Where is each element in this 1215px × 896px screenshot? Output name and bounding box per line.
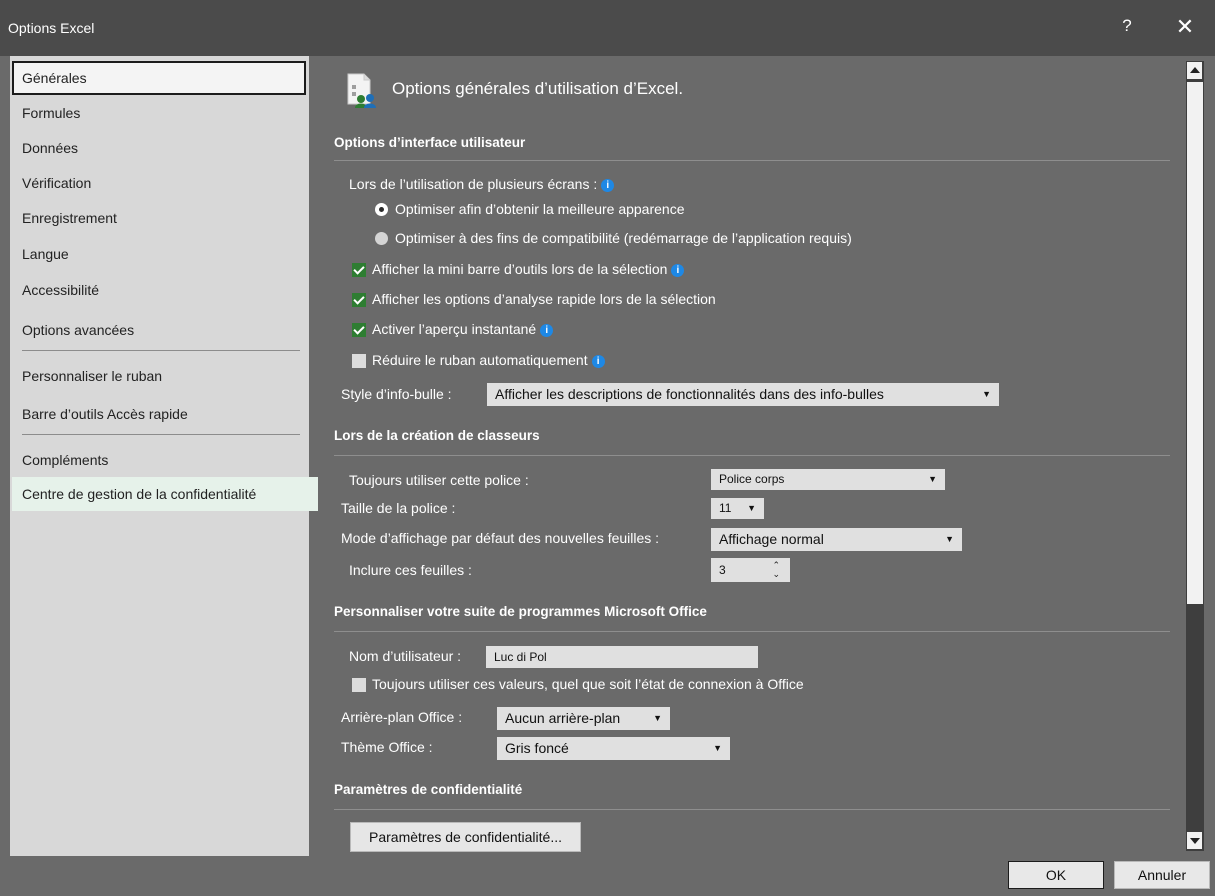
sidebar-item-options-avancees[interactable]: Options avancées xyxy=(22,313,308,347)
sidebar-divider xyxy=(22,434,300,435)
office-background-value: Aucun arrière-plan xyxy=(505,710,621,726)
checkbox-quick-analysis-label: Afficher les options d’analyse rapide lo… xyxy=(372,291,716,307)
radio-compatibility-label: Optimiser à des fins de compatibilité (r… xyxy=(395,230,852,246)
window-title: Options Excel xyxy=(8,20,95,36)
ok-button[interactable]: OK xyxy=(1008,861,1104,889)
sidebar-item-donnees[interactable]: Données xyxy=(22,131,308,165)
chevron-down-icon: ▼ xyxy=(982,389,991,399)
office-theme-value: Gris foncé xyxy=(505,740,569,756)
radio-compatibility[interactable] xyxy=(375,232,388,245)
info-icon: i xyxy=(671,263,685,277)
sidebar-item-generales[interactable]: Générales xyxy=(12,61,306,95)
checkbox-live-preview[interactable] xyxy=(352,323,366,337)
checkbox-collapse-ribbon-text: Réduire le ruban automatiquement xyxy=(372,352,588,368)
include-sheets-spinner[interactable]: 3 ⌃ ⌄ xyxy=(711,558,790,582)
checkbox-live-preview-label: Activer l’aperçu instantané i xyxy=(372,321,554,337)
info-icon: i xyxy=(591,354,605,368)
section-divider xyxy=(334,455,1170,456)
font-size-dropdown[interactable]: 11 ▼ xyxy=(711,498,764,519)
default-font-dropdown[interactable]: Police corps ▼ xyxy=(711,469,945,490)
chevron-down-icon: ▼ xyxy=(928,474,937,484)
section-heading-privacy: Paramètres de confidentialité xyxy=(334,782,523,797)
font-size-value: 11 xyxy=(719,501,732,515)
sidebar-divider xyxy=(22,350,300,351)
chevron-down-icon: ▼ xyxy=(713,743,722,753)
username-input[interactable]: Luc di Pol xyxy=(486,646,758,668)
checkbox-mini-toolbar-label: Afficher la mini barre d’outils lors de … xyxy=(372,261,685,277)
sidebar-item-complements[interactable]: Compléments xyxy=(22,443,308,477)
checkbox-always-use-values-label: Toujours utiliser ces valeurs, quel que … xyxy=(372,676,804,692)
radio-best-appearance[interactable] xyxy=(375,203,388,216)
sidebar-item-personnaliser-ruban[interactable]: Personnaliser le ruban xyxy=(22,359,308,393)
tooltip-style-value: Afficher les descriptions de fonctionnal… xyxy=(495,386,884,402)
checkbox-always-use-values[interactable] xyxy=(352,678,366,692)
cancel-button[interactable]: Annuler xyxy=(1114,861,1210,889)
general-options-icon xyxy=(347,73,376,108)
scroll-up-arrow-icon[interactable] xyxy=(1187,62,1202,79)
sidebar-item-centre-confidentialite[interactable]: Centre de gestion de la confidentialité xyxy=(12,477,318,511)
include-sheets-value: 3 xyxy=(719,563,726,577)
close-button[interactable]: ✕ xyxy=(1172,14,1198,40)
default-font-label: Toujours utiliser cette police : xyxy=(349,472,529,488)
section-heading-office: Personnaliser votre suite de programmes … xyxy=(334,604,707,619)
options-sidebar: Générales Formules Données Vérification … xyxy=(10,56,318,856)
info-icon: i xyxy=(540,323,554,337)
scrollbar-thumb[interactable] xyxy=(1187,82,1203,604)
section-divider xyxy=(334,631,1170,632)
multi-screen-label: Lors de l’utilisation de plusieurs écran… xyxy=(349,176,615,192)
radio-best-appearance-label: Optimiser afin d’obtenir la meilleure ap… xyxy=(395,201,685,217)
tooltip-style-label: Style d’info-bulle : xyxy=(341,386,452,402)
general-options-panel: Options générales d’utilisation d’Excel.… xyxy=(320,56,1180,856)
title-bar: Options Excel ? ✕ xyxy=(0,0,1215,56)
default-view-label: Mode d’affichage par défaut des nouvelle… xyxy=(341,530,660,546)
office-background-label: Arrière-plan Office : xyxy=(341,709,463,725)
include-sheets-label: Inclure ces feuilles : xyxy=(349,562,472,578)
checkbox-quick-analysis[interactable] xyxy=(352,293,366,307)
checkbox-collapse-ribbon-label: Réduire le ruban automatiquement i xyxy=(372,352,605,368)
section-divider xyxy=(334,809,1170,810)
help-button[interactable]: ? xyxy=(1116,16,1138,40)
office-theme-dropdown[interactable]: Gris foncé ▼ xyxy=(497,737,730,760)
checkbox-mini-toolbar[interactable] xyxy=(352,263,366,277)
section-heading-ui: Options d’interface utilisateur xyxy=(334,135,526,150)
multi-screen-label-text: Lors de l’utilisation de plusieurs écran… xyxy=(349,176,598,192)
font-size-label: Taille de la police : xyxy=(341,500,456,516)
checkbox-mini-toolbar-text: Afficher la mini barre d’outils lors de … xyxy=(372,261,668,277)
privacy-settings-button[interactable]: Paramètres de confidentialité... xyxy=(350,822,581,852)
spin-down-icon[interactable]: ⌄ xyxy=(772,570,780,579)
section-divider xyxy=(334,160,1170,161)
checkbox-collapse-ribbon[interactable] xyxy=(352,354,366,368)
section-heading-workbooks: Lors de la création de classeurs xyxy=(334,428,540,443)
checkbox-live-preview-text: Activer l’aperçu instantané xyxy=(372,321,537,337)
default-view-value: Affichage normal xyxy=(719,531,824,547)
page-title: Options générales d’utilisation d’Excel. xyxy=(392,79,684,98)
sidebar-item-verification[interactable]: Vérification xyxy=(22,166,308,200)
vertical-scrollbar[interactable] xyxy=(1186,61,1204,851)
sidebar-item-barre-outils-acces-rapide[interactable]: Barre d’outils Accès rapide xyxy=(22,397,308,431)
default-view-dropdown[interactable]: Affichage normal ▼ xyxy=(711,528,962,551)
username-label: Nom d’utilisateur : xyxy=(349,648,462,664)
chevron-down-icon: ▼ xyxy=(747,503,756,513)
sidebar-item-enregistrement[interactable]: Enregistrement xyxy=(22,201,308,235)
chevron-down-icon: ▼ xyxy=(653,713,662,723)
tooltip-style-dropdown[interactable]: Afficher les descriptions de fonctionnal… xyxy=(487,383,999,406)
office-theme-label: Thème Office : xyxy=(341,739,433,755)
scroll-down-arrow-icon[interactable] xyxy=(1187,832,1202,849)
sidebar-item-accessibilite[interactable]: Accessibilité xyxy=(22,273,308,307)
info-icon: i xyxy=(601,178,615,192)
office-background-dropdown[interactable]: Aucun arrière-plan ▼ xyxy=(497,707,670,730)
default-font-value: Police corps xyxy=(719,472,785,486)
sidebar-item-formules[interactable]: Formules xyxy=(22,96,308,130)
chevron-down-icon: ▼ xyxy=(945,534,954,544)
sidebar-item-langue[interactable]: Langue xyxy=(22,237,308,271)
